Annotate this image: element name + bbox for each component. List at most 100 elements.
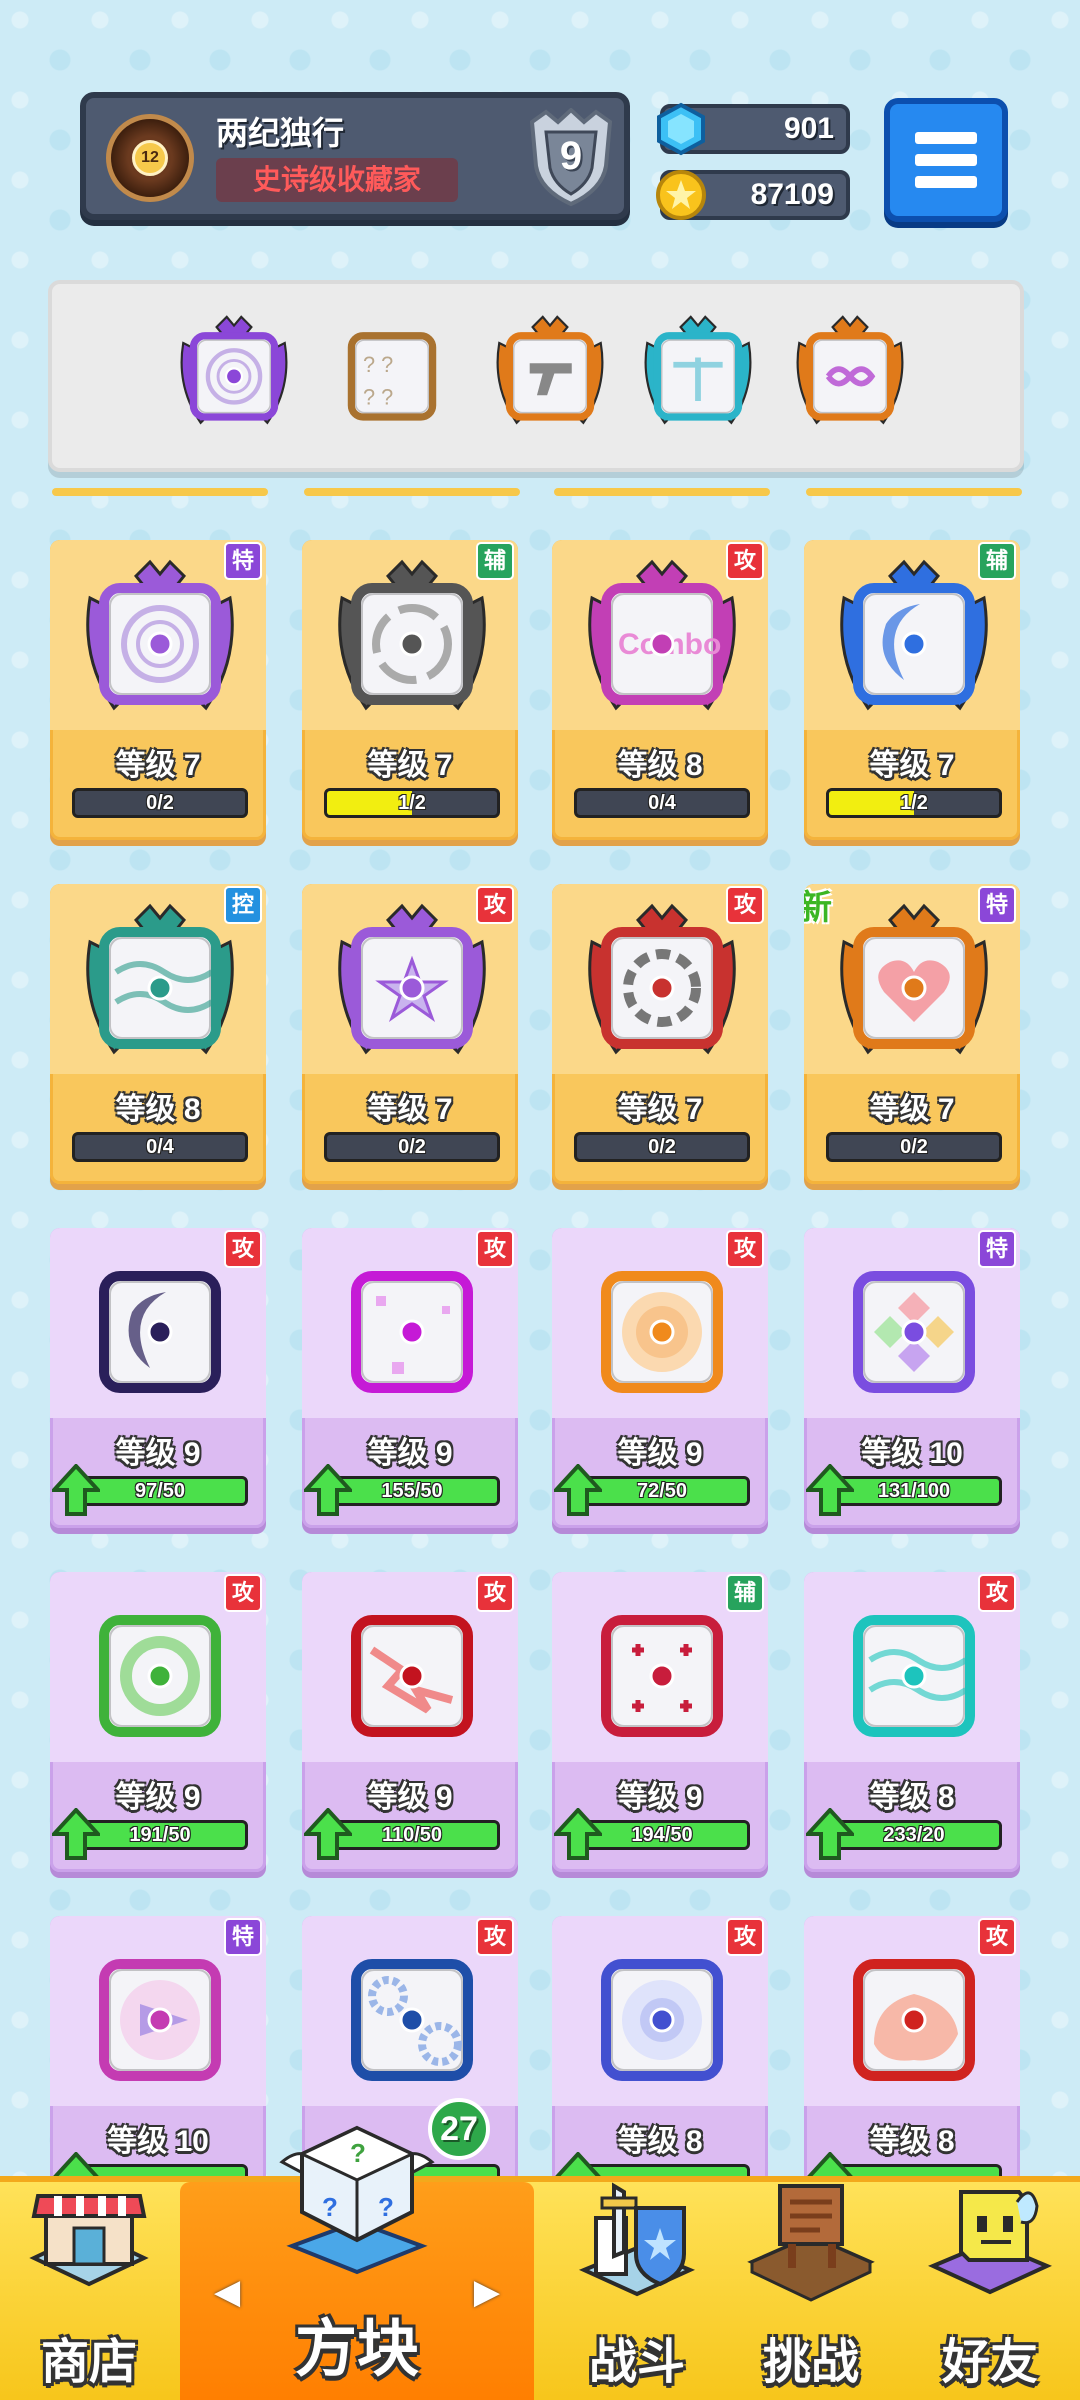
card-level: 等级 7 <box>869 1093 955 1126</box>
upgrade-arrow-icon <box>806 1464 854 1516</box>
dice-card[interactable]: 攻等级 9 97/50 <box>50 1228 266 1528</box>
dice-card[interactable]: 控等级 8 0/4 <box>50 884 266 1184</box>
deck-slot-1[interactable] <box>176 314 292 430</box>
card-level: 等级 8 <box>617 749 703 782</box>
purple-dragon-swirl-dice-icon <box>86 559 234 711</box>
moon-cracks-dice-icon <box>99 1271 221 1393</box>
card-level: 等级 8 <box>115 1093 201 1126</box>
progress-text: 0/2 <box>648 1136 676 1158</box>
bottom-nav: 商店 ? ? ? ◀ ▶ 方块 战斗 挑战 好友 <box>0 2125 1080 2400</box>
dice-card[interactable]: 攻等级 9 110/50 <box>302 1572 518 1872</box>
progress-text: 1/2 <box>900 792 928 814</box>
menu-button[interactable] <box>884 98 1008 222</box>
svg-text:? ?: ? ? <box>363 352 393 377</box>
dice-card[interactable]: 攻等级 9 155/50 <box>302 1228 518 1528</box>
card-progress-bar: 1/2 <box>826 788 1002 818</box>
svg-text:?: ? <box>350 2138 366 2168</box>
progress-text: 155/50 <box>381 1480 443 1502</box>
card-level: 等级 7 <box>617 1093 703 1126</box>
dice-card[interactable]: 攻等级 9 191/50 <box>50 1572 266 1872</box>
dice-card[interactable]: 攻等级 8 <box>804 1916 1020 2216</box>
dice-card[interactable]: 攻等级 9 72/50 <box>552 1228 768 1528</box>
type-badge: 攻 <box>476 1230 514 1268</box>
dice-card[interactable]: 辅等级 7 1/2 <box>804 540 1020 840</box>
dice-card[interactable]: 攻等级 8 <box>552 1916 768 2216</box>
nav-challenge[interactable]: 挑战 <box>722 2182 900 2400</box>
nav-shop[interactable]: 商店 <box>0 2182 178 2400</box>
dice-card[interactable]: 特 新等级 7 0/2 <box>804 884 1020 1184</box>
type-badge: 辅 <box>726 1574 764 1612</box>
dice-icon-frame <box>582 1590 742 1750</box>
progress-text: 0/2 <box>900 1136 928 1158</box>
deck-slot-5[interactable] <box>792 314 908 430</box>
dice-icon-frame <box>332 558 492 718</box>
nav-friends-label: 好友 <box>941 2336 1038 2389</box>
dice-icon-frame <box>80 558 240 718</box>
dice-card[interactable]: 特等级 10 <box>50 1916 266 2216</box>
red-fire-dice-icon <box>853 1959 975 2081</box>
nav-shop-label: 商店 <box>40 2336 137 2389</box>
nav-friends[interactable]: 好友 <box>900 2182 1080 2400</box>
deck-slot-4[interactable] <box>640 314 756 430</box>
dice-icon-frame <box>582 902 742 1062</box>
progress-text: 97/50 <box>134 1480 186 1502</box>
avatar-level-badge: 12 <box>132 140 168 176</box>
dice-card[interactable]: 特等级 10 131/100 <box>804 1228 1020 1528</box>
avatar[interactable]: 12 <box>106 114 194 202</box>
type-badge: 攻 <box>978 1918 1016 1956</box>
dice-card[interactable]: 特等级 7 0/2 <box>50 540 266 840</box>
dice-icon-frame <box>834 1934 994 2094</box>
coin-star-icon <box>656 170 706 220</box>
card-level: 等级 7 <box>367 1093 453 1126</box>
hamburger-icon-bar <box>915 176 977 188</box>
progress-text: 0/4 <box>648 792 676 814</box>
type-badge: 辅 <box>476 542 514 580</box>
gems-value: 901 <box>783 112 834 145</box>
dice-icon-frame <box>80 1934 240 2094</box>
nav-battle[interactable]: 战斗 <box>552 2182 722 2400</box>
type-badge: 特 <box>978 1230 1016 1268</box>
player-title: 史诗级收藏家 <box>216 158 458 202</box>
grey-dragon-clock-dice-icon <box>338 559 486 711</box>
dice-card[interactable]: Combo攻等级 8 0/4 <box>552 540 768 840</box>
nav-dice[interactable]: ? ? ? ◀ ▶ 方块 <box>180 2125 534 2400</box>
rank-badge: 9 <box>526 107 616 208</box>
green-dragon-wave-dice-icon <box>86 903 234 1055</box>
dice-card[interactable]: 辅等级 9 194/50 <box>552 1572 768 1872</box>
nav-challenge-label: 挑战 <box>762 2336 859 2389</box>
deck-slot-3[interactable] <box>492 314 608 430</box>
hamburger-icon-bar <box>915 132 977 144</box>
dice-card[interactable]: 攻等级 8 233/20 <box>804 1572 1020 1872</box>
blue-dragon-moon-dice-icon <box>840 559 988 711</box>
dice-icon-frame <box>332 1934 492 2094</box>
teal-dragon-sword-dice-icon <box>644 315 752 425</box>
dice-count-badge: 27 <box>428 2098 490 2160</box>
gems-counter[interactable]: 901 <box>657 102 850 156</box>
dice-card[interactable]: 攻等级 7 0/2 <box>552 884 768 1184</box>
type-badge: 控 <box>224 886 262 924</box>
magenta-pixel-dice-icon <box>351 1271 473 1393</box>
purple-arrow-dice-icon <box>99 1959 221 2081</box>
deck-slot-2[interactable]: ? ? ? ? <box>334 314 450 430</box>
dice-card[interactable]: 攻等级 7 0/2 <box>302 884 518 1184</box>
type-badge: 攻 <box>726 542 764 580</box>
purple-dragon-star-dice-icon <box>338 903 486 1055</box>
profile-panel[interactable]: 12 两纪独行 史诗级收藏家 9 <box>80 92 630 220</box>
dice-icon-frame <box>834 1246 994 1406</box>
progress-text: 110/50 <box>381 1824 443 1846</box>
type-badge: 攻 <box>726 886 764 924</box>
dice-icon-frame <box>80 902 240 1062</box>
red-lightning-dice-icon <box>351 1615 473 1737</box>
progress-text: 194/50 <box>631 1824 693 1846</box>
deck-panel: ? ? ? ? <box>48 280 1024 472</box>
blue-gears-dice-icon <box>351 1959 473 2081</box>
dice-icon-frame <box>834 558 994 718</box>
coins-counter[interactable]: 87109 <box>656 170 850 220</box>
green-biohazard-dice-icon <box>99 1615 221 1737</box>
dice-icon-frame <box>834 1590 994 1750</box>
card-level: 等级 7 <box>367 749 453 782</box>
nav-battle-label: 战斗 <box>588 2336 685 2389</box>
type-badge: 攻 <box>726 1230 764 1268</box>
dice-card[interactable]: 辅等级 7 1/2 <box>302 540 518 840</box>
gem-icon <box>657 102 705 156</box>
